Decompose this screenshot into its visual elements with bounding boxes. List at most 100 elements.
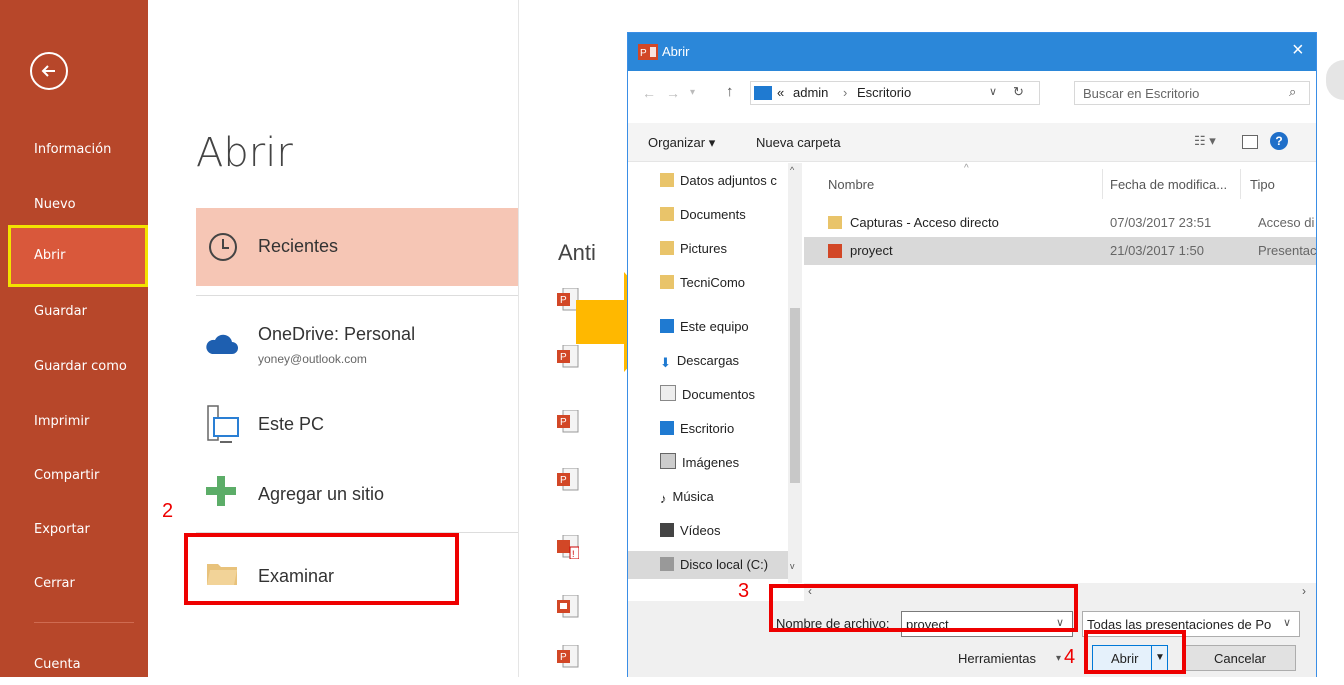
open-dialog: P Abrir × ← → ▾ ↑ « admin › Escritorio ∨…	[627, 32, 1317, 677]
nav-share[interactable]: Compartir	[0, 456, 148, 496]
cloud-icon	[206, 334, 238, 354]
drive-icon	[660, 557, 674, 571]
address-bar[interactable]: « admin › Escritorio ∨ ↻	[750, 81, 1040, 105]
nav-divider	[34, 622, 134, 623]
search-placeholder: Buscar en Escritorio	[1083, 86, 1200, 101]
nav-close[interactable]: Cerrar	[0, 564, 148, 604]
nav-new[interactable]: Nuevo	[0, 185, 148, 225]
search-input[interactable]: Buscar en Escritorio ⌕	[1074, 81, 1310, 105]
folder-icon	[660, 275, 674, 289]
tree-item-local-disk[interactable]: Disco local (C:)	[628, 551, 788, 579]
file-row[interactable]: Capturas - Acceso directo 07/03/2017 23:…	[804, 209, 1316, 237]
folder-icon	[660, 173, 674, 187]
place-add-site[interactable]: Agregar un sitio	[196, 458, 518, 536]
scroll-down-icon[interactable]: v	[790, 561, 795, 571]
desktop-icon	[754, 86, 772, 100]
organize-button[interactable]: Organizar ▾	[648, 135, 715, 151]
tools-button[interactable]: Herramientas	[958, 651, 1036, 666]
download-icon: ⬇	[660, 355, 671, 370]
dialog-toolbar: Organizar ▾ Nueva carpeta ☷ ▾ ?	[628, 123, 1316, 162]
tree-item-downloads[interactable]: ⬇ Descargas	[660, 347, 739, 375]
nav-save[interactable]: Guardar	[0, 292, 148, 332]
tree-item-attachments[interactable]: Datos adjuntos c	[660, 167, 777, 195]
annotation-box-open	[1084, 630, 1186, 674]
place-this-pc[interactable]: Este PC	[196, 390, 518, 468]
help-icon[interactable]: ?	[1270, 132, 1288, 150]
computer-icon	[660, 319, 674, 333]
refresh-icon[interactable]: ↻	[1013, 84, 1024, 100]
breadcrumb-separator-icon: ›	[843, 85, 848, 100]
column-name[interactable]: Nombre	[828, 177, 874, 192]
address-row: ← → ▾ ↑ « admin › Escritorio ∨ ↻ Buscar …	[628, 71, 1316, 115]
forward-nav-icon[interactable]: →	[666, 85, 680, 101]
back-button[interactable]	[30, 52, 68, 90]
svg-text:!: !	[572, 549, 575, 559]
cancel-button[interactable]: Cancelar	[1184, 645, 1296, 671]
chevron-down-icon[interactable]: ∨	[989, 85, 997, 98]
file-type: Acceso di	[1258, 215, 1315, 230]
place-recent-label: Recientes	[258, 236, 339, 256]
pptx-file-icon[interactable]: P	[557, 644, 579, 669]
new-folder-button[interactable]: Nueva carpeta	[756, 135, 841, 150]
column-type[interactable]: Tipo	[1250, 177, 1275, 192]
nav-info[interactable]: Información	[0, 130, 148, 170]
annotation-box-browse	[184, 533, 459, 605]
avatar	[1326, 60, 1344, 100]
view-options-icon[interactable]: ☷ ▾	[1194, 133, 1216, 149]
pptx-file-icon	[828, 244, 842, 258]
tree-item-videos[interactable]: Vídeos	[660, 517, 720, 545]
tree-item-documentos[interactable]: Documentos	[660, 381, 755, 409]
nav-open[interactable]: Abrir	[8, 225, 148, 287]
tree-item-music[interactable]: ♪ Música	[660, 483, 714, 511]
column-date[interactable]: Fecha de modifica...	[1110, 177, 1227, 192]
place-onedrive[interactable]: OneDrive: Personal yoney@outlook.com	[196, 310, 518, 388]
close-icon[interactable]: ×	[1292, 39, 1304, 62]
tree-item-images[interactable]: Imágenes	[660, 449, 739, 477]
nav-print[interactable]: Imprimir	[0, 402, 148, 442]
place-add-site-label: Agregar un sitio	[258, 484, 385, 504]
nav-account[interactable]: Cuenta	[0, 645, 148, 685]
breadcrumb-escritorio[interactable]: Escritorio	[857, 85, 911, 100]
nav-save-as[interactable]: Guardar como	[0, 347, 148, 387]
tree-item-this-computer[interactable]: Este equipo	[660, 313, 749, 341]
breadcrumb-admin[interactable]: admin	[793, 85, 828, 100]
pptx-file-icon[interactable]: P	[557, 409, 579, 434]
pptx-file-icon[interactable]: P	[557, 467, 579, 492]
place-this-pc-label: Este PC	[258, 414, 325, 434]
divider	[196, 295, 518, 296]
desktop-icon	[660, 421, 674, 435]
plus-icon	[206, 476, 236, 506]
document-icon	[660, 385, 676, 401]
svg-text:P: P	[560, 475, 567, 486]
video-icon	[660, 523, 674, 537]
up-folder-icon[interactable]: ↑	[726, 83, 734, 100]
powerpoint-icon: P	[638, 44, 658, 60]
folder-icon	[660, 207, 674, 221]
tree-item-documents[interactable]: Documents	[660, 201, 746, 229]
file-row-selected[interactable]: proyect 21/03/2017 1:50 Presentac	[804, 237, 1317, 265]
annotation-box-filename	[769, 584, 1078, 632]
scrollbar-thumb[interactable]	[790, 308, 800, 483]
chevron-down-icon[interactable]: ∨	[1283, 616, 1292, 629]
chevron-down-icon[interactable]: ▾	[1056, 653, 1061, 664]
file-type: Presentac	[1258, 243, 1317, 258]
scroll-right-icon[interactable]: ›	[1302, 584, 1306, 598]
place-recent[interactable]: Recientes	[196, 208, 518, 286]
tree-item-pictures[interactable]: Pictures	[660, 235, 727, 263]
back-nav-icon[interactable]: ←	[642, 85, 656, 101]
column-divider	[1102, 169, 1103, 199]
breadcrumb-prefix: «	[777, 85, 785, 100]
back-arrow-icon	[41, 65, 55, 77]
recent-locations-icon[interactable]: ▾	[690, 87, 695, 98]
step-number: 4	[1064, 646, 1076, 668]
place-onedrive-label: OneDrive: Personal	[258, 324, 416, 344]
preview-pane-icon[interactable]	[1242, 135, 1258, 149]
nav-export[interactable]: Exportar	[0, 510, 148, 550]
scroll-up-icon[interactable]: ^	[790, 165, 794, 175]
tree-item-desktop[interactable]: Escritorio	[660, 415, 734, 443]
pptx-file-warning-icon[interactable]: !	[557, 534, 580, 560]
search-icon: ⌕	[1289, 84, 1297, 99]
column-divider	[1240, 169, 1241, 199]
pptx-show-file-icon[interactable]	[557, 594, 579, 619]
tree-item-tecnicomo[interactable]: TecniComo	[660, 269, 745, 297]
